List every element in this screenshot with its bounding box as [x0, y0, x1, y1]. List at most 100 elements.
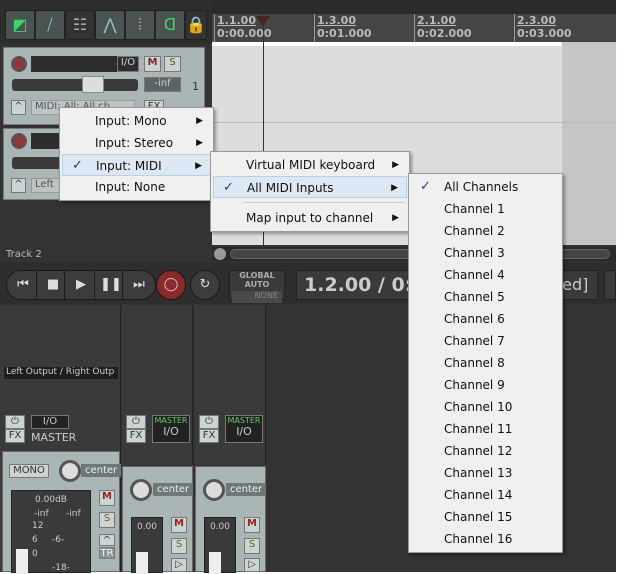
power-icon[interactable]: ⏻	[5, 415, 25, 429]
pan-knob[interactable]	[130, 479, 152, 501]
menu-item-virtual-midi-keyboard[interactable]: Virtual MIDI keyboard ▶	[213, 154, 407, 176]
menu-item-input-stereo[interactable]: Input: Stereo ▶	[62, 132, 211, 154]
menu-item-input-mono[interactable]: Input: Mono ▶	[62, 110, 211, 132]
menu-item-input-none[interactable]: Input: None	[62, 176, 211, 198]
menu-item-channel[interactable]: Channel 6	[411, 308, 560, 330]
io-button[interactable]: I/O	[31, 415, 69, 429]
solo-button[interactable]: S	[171, 538, 187, 554]
master-fader[interactable]: 0.00dB -inf -inf 12 6 0 -6- -18-	[11, 490, 91, 574]
menu-item-channel[interactable]: Channel 16	[411, 528, 560, 550]
trim-button[interactable]: TR	[99, 547, 115, 559]
solo-button[interactable]: S	[164, 56, 181, 72]
pan-knob[interactable]	[203, 479, 225, 501]
main-toolbar: ◩ ⧸ ☷ ⋀ ⦙ ᗡ 🔒	[0, 0, 212, 44]
mute-button[interactable]: M	[99, 490, 115, 506]
menu-item-channel[interactable]: Channel 13	[411, 462, 560, 484]
master-fader-panel: MONO center 0.00dB -inf -inf 12 6 0 -6- …	[2, 451, 122, 574]
menu-item-channel[interactable]: Channel 11	[411, 418, 560, 440]
global-auto-panel[interactable]: GLOBAL AUTO NONE	[229, 270, 285, 303]
menu-item-channel[interactable]: Channel 8	[411, 352, 560, 374]
time-label: 0:03.000	[517, 27, 572, 40]
solo-button[interactable]: S	[99, 512, 115, 528]
fx-button[interactable]: FX	[5, 429, 25, 443]
menu-item-channel[interactable]: Channel 12	[411, 440, 560, 462]
envelope-icon[interactable]: ⋀	[95, 10, 125, 40]
volume-readout: -inf	[144, 77, 181, 92]
menu-item-channel[interactable]: Channel 9	[411, 374, 560, 396]
menu-item-channel[interactable]: Channel 15	[411, 506, 560, 528]
power-icon[interactable]: ⏻	[199, 415, 219, 429]
menu-item-channel[interactable]: Channel 1	[411, 198, 560, 220]
send-io-button[interactable]: MASTER I/O	[152, 415, 190, 443]
menu-item-channel[interactable]: Channel 2	[411, 220, 560, 242]
menu-item-channel[interactable]: Channel 5	[411, 286, 560, 308]
solo-button[interactable]: S	[244, 538, 260, 554]
menu-item-channel[interactable]: Channel 7	[411, 330, 560, 352]
go-to-end-button[interactable]: ⏭	[122, 270, 156, 300]
fx-button[interactable]: FX	[126, 429, 146, 443]
checkmark-icon: ✓	[420, 179, 431, 194]
play-icon[interactable]: ▷	[244, 558, 260, 572]
lock-icon[interactable]: 🔒	[185, 10, 207, 40]
menu-item-channel[interactable]: Channel 14	[411, 484, 560, 506]
record-arm-button[interactable]	[11, 133, 27, 149]
fader-handle[interactable]	[16, 549, 28, 574]
volume-slider-handle[interactable]	[82, 76, 104, 93]
input-selector[interactable]: Left	[31, 178, 61, 193]
ruler-mark: 2.3.00 0:03.000	[514, 14, 572, 42]
send-io-button[interactable]: MASTER I/O	[225, 415, 263, 443]
io-button[interactable]: I/O	[117, 56, 139, 72]
pan-knob[interactable]	[59, 460, 81, 482]
volume-slider[interactable]	[12, 76, 138, 93]
snap-grid-icon[interactable]: ⦙	[125, 10, 155, 40]
volume-fader[interactable]: 0.00	[131, 517, 163, 574]
loop-icon[interactable]: ᗡ	[155, 10, 185, 40]
loop-range	[212, 42, 562, 46]
go-to-start-button[interactable]: ⏮	[6, 270, 40, 300]
mute-button[interactable]: M	[144, 56, 161, 72]
bar-label: 2.3.00	[517, 14, 556, 27]
menu-item-label: Input: Mono	[95, 114, 167, 128]
record-button[interactable]: ◯	[156, 270, 186, 300]
envelope-icon[interactable]: ^	[99, 534, 115, 546]
menu-item-input-midi[interactable]: ✓ Input: MIDI ▶	[62, 154, 211, 176]
global-auto-label: GLOBAL AUTO	[239, 271, 275, 289]
repeat-button[interactable]: ↻	[190, 270, 220, 300]
auto-mode-button[interactable]: NONE	[232, 291, 282, 303]
mono-button[interactable]: MONO	[9, 464, 49, 478]
power-icon[interactable]: ⏻	[126, 415, 146, 429]
track-number: 1	[192, 80, 199, 93]
play-button[interactable]: ▶	[64, 270, 98, 300]
scale-label: 0	[32, 549, 38, 559]
menu-item-label: Channel 3	[444, 246, 505, 260]
fader-handle[interactable]	[136, 552, 148, 574]
menu-item-label: All Channels	[444, 180, 519, 194]
menu-item-channel[interactable]: Channel 3	[411, 242, 560, 264]
timeline-ruler[interactable]: 1.1.00 0:00.000 1.3.00 0:01.000 2.1.00 0:02…	[212, 14, 616, 42]
record-arm-button[interactable]	[11, 56, 27, 72]
menu-item-map-input-to-channel[interactable]: Map input to channel ▶	[213, 207, 407, 229]
envelope-toggle-icon[interactable]: ^	[11, 100, 26, 115]
menu-item-channel[interactable]: Channel 4	[411, 264, 560, 286]
volume-fader[interactable]: 0.00	[204, 517, 236, 574]
fader-handle[interactable]	[209, 552, 221, 574]
menu-item-label: Channel 6	[444, 312, 505, 326]
master-routing[interactable]: Left Output / Right Outp	[4, 367, 118, 379]
strip-1-fader-panel: center 0.00 M S ▷	[122, 466, 194, 574]
menu-item-channel[interactable]: ✓ All Channels	[411, 176, 560, 198]
fx-button[interactable]: FX	[199, 429, 219, 443]
ripple-icon[interactable]: ⧸	[35, 10, 65, 40]
play-icon[interactable]: ▷	[171, 558, 187, 572]
mute-button[interactable]: M	[171, 517, 187, 533]
item-edit-icon[interactable]: ◩	[5, 10, 35, 40]
menu-item-label: Channel 16	[444, 532, 513, 546]
bpm-display[interactable]	[604, 270, 616, 300]
envelope-toggle-icon[interactable]: ^	[11, 178, 26, 193]
mute-button[interactable]: M	[244, 517, 260, 533]
volume-slider[interactable]	[12, 157, 62, 169]
menu-item-channel[interactable]: Channel 10	[411, 396, 560, 418]
menu-item-all-midi-inputs[interactable]: ✓ All MIDI Inputs ▶	[213, 176, 407, 198]
scroll-left-icon[interactable]	[214, 248, 226, 260]
submenu-arrow-icon: ▶	[392, 160, 399, 170]
grid-select-icon[interactable]: ☷	[65, 10, 95, 40]
